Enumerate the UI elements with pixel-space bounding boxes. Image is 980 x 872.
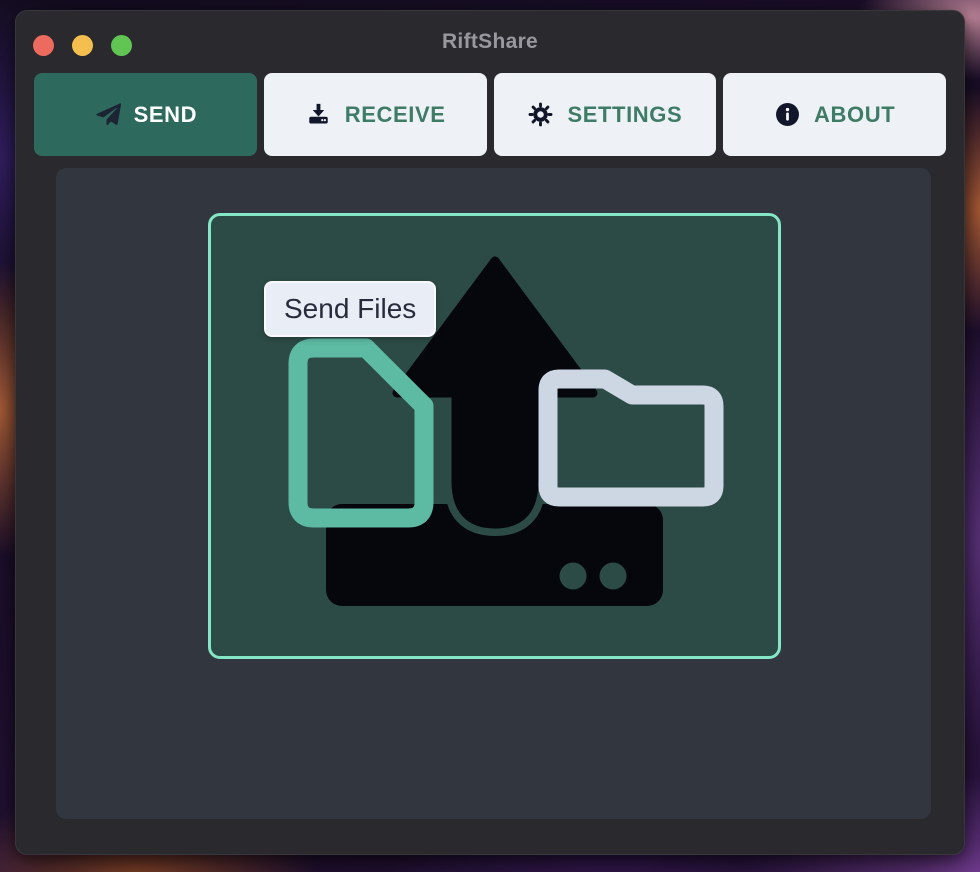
tab-receive[interactable]: RECEIVE: [264, 73, 487, 156]
tab-about-label: ABOUT: [814, 102, 895, 128]
paper-plane-icon: [94, 101, 121, 128]
tab-about[interactable]: ABOUT: [723, 73, 946, 156]
tab-send[interactable]: SEND: [34, 73, 257, 156]
window-title: RiftShare: [16, 11, 964, 73]
main-panel: Send Files: [56, 168, 931, 819]
info-circle-icon: [774, 101, 801, 128]
titlebar: RiftShare: [16, 11, 964, 73]
tab-receive-label: RECEIVE: [345, 102, 446, 128]
tab-bar: SEND RECEIVE: [34, 73, 946, 156]
send-dropzone[interactable]: Send Files: [208, 213, 781, 659]
download-icon: [305, 101, 332, 128]
send-files-illustration: [208, 213, 781, 659]
send-files-button[interactable]: Send Files: [264, 281, 436, 337]
tab-send-label: SEND: [134, 102, 198, 128]
gear-icon: [527, 101, 554, 128]
tab-settings[interactable]: SETTINGS: [494, 73, 717, 156]
tab-settings-label: SETTINGS: [567, 102, 682, 128]
riftshare-window: RiftShare SEND RECEIVE: [15, 10, 965, 855]
